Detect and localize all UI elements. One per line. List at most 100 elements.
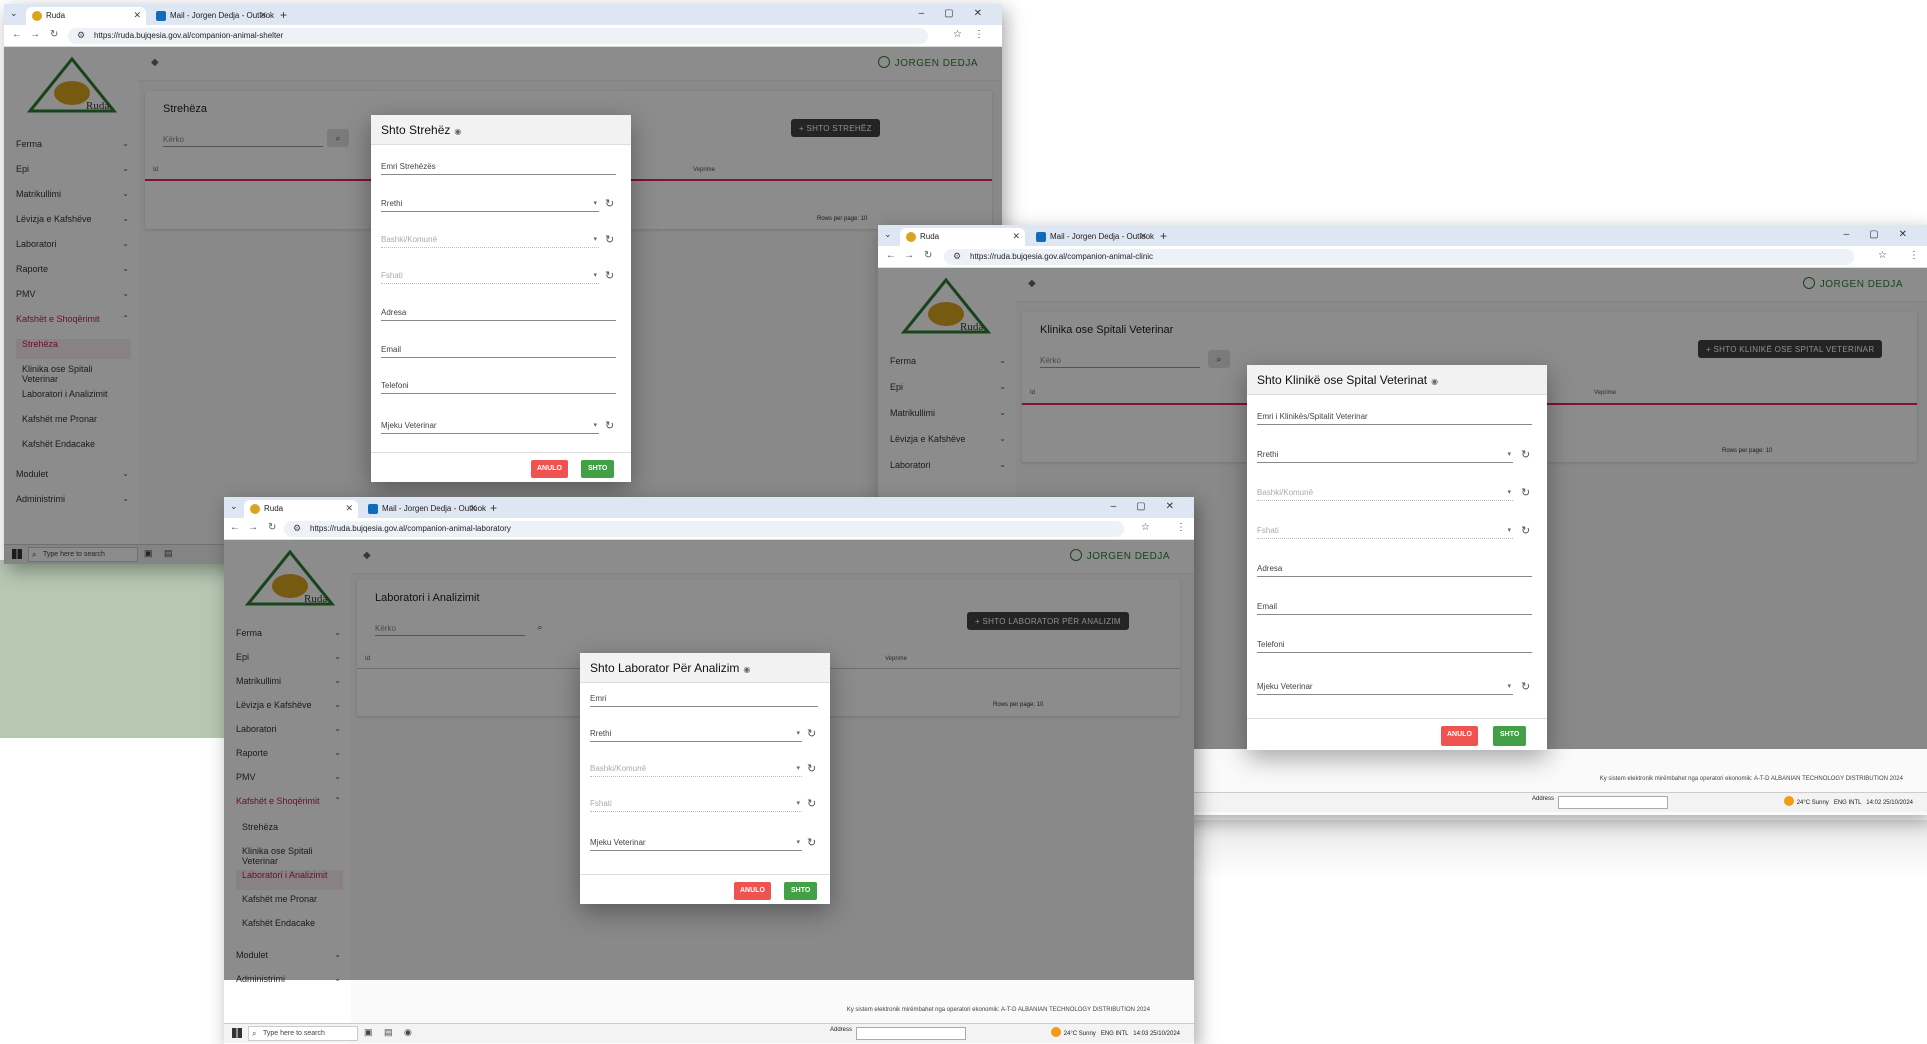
tab-search-icon[interactable]: ⌄ (10, 8, 18, 19)
task-view-icon[interactable]: ▣ (364, 1027, 373, 1038)
veterinarian-select[interactable]: Mjeku Veterinar ▾ (590, 833, 802, 851)
email-field[interactable]: Email (1257, 597, 1532, 615)
rrethi-select[interactable]: Rrethi ▾ (1257, 445, 1513, 463)
forward-icon[interactable]: → (904, 250, 914, 261)
close-tab-icon[interactable]: ✕ (1012, 231, 1020, 242)
refresh-icon[interactable]: ↻ (605, 197, 614, 210)
refresh-icon[interactable]: ↻ (807, 762, 816, 775)
shelter-name-field[interactable]: Emri Strehëzës (381, 157, 616, 175)
cancel-button[interactable]: ANULO (1441, 726, 1478, 746)
address-toolbar-input[interactable] (1558, 796, 1668, 809)
new-tab-icon[interactable]: + (1160, 229, 1167, 243)
reload-icon[interactable]: ↻ (50, 29, 58, 40)
refresh-icon[interactable]: ↻ (605, 269, 614, 282)
tab-ruda[interactable]: Ruda ✕ (244, 500, 358, 518)
new-tab-icon[interactable]: + (280, 8, 287, 22)
forward-icon[interactable]: → (30, 29, 40, 40)
back-icon[interactable]: ← (886, 250, 896, 261)
refresh-icon[interactable]: ↻ (605, 233, 614, 246)
veterinarian-select[interactable]: Mjeku Veterinar ▾ (381, 416, 599, 434)
address-field[interactable]: Adresa (381, 303, 616, 321)
veterinarian-select[interactable]: Mjeku Veterinar ▾ (1257, 677, 1513, 695)
window-controls[interactable]: –▢✕ (1844, 229, 1927, 240)
dialog-title-text: Shto Strehëz (381, 123, 451, 137)
back-icon[interactable]: ← (12, 29, 22, 40)
save-button[interactable]: SHTO (1493, 726, 1527, 746)
refresh-icon[interactable]: ↻ (807, 836, 816, 849)
rrethi-select[interactable]: Rrethi ▾ (381, 194, 599, 212)
site-info-icon[interactable]: ⚙ (953, 251, 961, 262)
reload-icon[interactable]: ↻ (924, 250, 932, 261)
refresh-icon[interactable]: ↻ (1521, 524, 1530, 537)
forward-icon[interactable]: → (248, 522, 258, 533)
laboratory-name-field[interactable]: Emri (590, 689, 818, 707)
email-field[interactable]: Email (381, 340, 616, 358)
url-field[interactable]: ⚙ https://ruda.bujqesia.gov.al/companion… (284, 521, 1124, 537)
chrome-icon[interactable]: ◉ (404, 1027, 412, 1038)
window-controls[interactable]: –▢✕ (919, 8, 1002, 19)
tab-bar: ⌄ Ruda ✕ Mail - Jorgen Dedja - Outlook ✕… (4, 4, 1002, 25)
address-toolbar-input[interactable] (856, 1027, 966, 1040)
bookmark-star-icon[interactable]: ☆ (1141, 522, 1150, 533)
fshati-select[interactable]: Fshati ▾ (1257, 521, 1513, 539)
taskbar-search[interactable]: ⌕ Type here to search (248, 1026, 358, 1041)
rrethi-select[interactable]: Rrethi ▾ (590, 724, 802, 742)
tab-bar: ⌄ Ruda ✕ Mail - Jorgen Dedja - Outlook ✕… (224, 497, 1194, 518)
dropdown-arrow-icon: ▾ (796, 839, 800, 846)
save-button[interactable]: SHTO (581, 460, 615, 478)
bookmark-star-icon[interactable]: ☆ (1878, 250, 1887, 261)
menu-icon[interactable]: ⋮ (1176, 522, 1186, 533)
refresh-icon[interactable]: ↻ (605, 419, 614, 432)
close-tab-icon[interactable]: ✕ (345, 503, 353, 514)
cancel-button[interactable]: ANULO (531, 460, 568, 478)
cancel-button[interactable]: ANULO (734, 882, 771, 900)
clinic-name-field[interactable]: Emri i Klinikës/Spitalit Veterinar (1257, 407, 1532, 425)
tab-label: Mail - Jorgen Dedja - Outlook (1050, 232, 1155, 241)
tab-search-icon[interactable]: ⌄ (230, 501, 238, 512)
tab-ruda[interactable]: Ruda ✕ (26, 7, 146, 25)
close-tab-icon[interactable]: ✕ (133, 10, 141, 21)
new-tab-icon[interactable]: + (490, 501, 497, 515)
dropdown-arrow-icon: ▾ (593, 200, 597, 207)
windows-start-icon[interactable] (232, 1028, 242, 1038)
menu-icon[interactable]: ⋮ (974, 29, 984, 40)
bashki-select[interactable]: Bashki/Komunë ▾ (1257, 483, 1513, 501)
tab-outlook[interactable]: Mail - Jorgen Dedja - Outlook ✕ (1030, 228, 1155, 246)
refresh-icon[interactable]: ↻ (1521, 486, 1530, 499)
back-icon[interactable]: ← (230, 522, 240, 533)
refresh-icon[interactable]: ↻ (807, 727, 816, 740)
tab-outlook[interactable]: Mail - Jorgen Dedja - Outlook ✕ (150, 7, 274, 25)
reload-icon[interactable]: ↻ (268, 522, 276, 533)
language-indicator[interactable]: ENG INTL (1101, 1031, 1128, 1037)
refresh-icon[interactable]: ↻ (807, 797, 816, 810)
dropdown-arrow-icon: ▾ (1507, 489, 1511, 496)
close-tab-icon[interactable]: ✕ (259, 10, 267, 21)
tab-search-icon[interactable]: ⌄ (884, 229, 892, 240)
address-field[interactable]: Adresa (1257, 559, 1532, 577)
fshati-select[interactable]: Fshati ▾ (590, 794, 802, 812)
window-controls[interactable]: –▢✕ (1111, 501, 1194, 512)
site-info-icon[interactable]: ⚙ (77, 30, 85, 41)
close-tab-icon[interactable]: ✕ (1139, 231, 1147, 242)
phone-field[interactable]: Telefoni (381, 376, 616, 394)
url-field[interactable]: ⚙ https://ruda.bujqesia.gov.al/companion… (944, 249, 1854, 265)
site-info-icon[interactable]: ⚙ (293, 523, 301, 534)
file-explorer-icon[interactable]: ▤ (384, 1027, 393, 1038)
language-indicator[interactable]: ENG INTL (1834, 800, 1861, 806)
refresh-icon[interactable]: ↻ (1521, 680, 1530, 693)
fshati-select[interactable]: Fshati ▾ (381, 266, 599, 284)
add-laboratory-dialog: Shto Laborator Për Analizim ◉ Emri Rrethi… (580, 653, 830, 904)
refresh-icon[interactable]: ↻ (1521, 448, 1530, 461)
url-field[interactable]: ⚙ https://ruda.bujqesia.gov.al/companion… (68, 28, 928, 44)
tab-outlook[interactable]: Mail - Jorgen Dedja - Outlook ✕ (362, 500, 486, 518)
bashki-select[interactable]: Bashki/Komunë ▾ (590, 759, 802, 777)
bookmark-star-icon[interactable]: ☆ (953, 29, 962, 40)
phone-field[interactable]: Telefoni (1257, 635, 1532, 653)
search-icon: ⌕ (252, 1029, 257, 1038)
save-button[interactable]: SHTO (784, 882, 818, 900)
bashki-select[interactable]: Bashki/Komunë ▾ (381, 230, 599, 248)
clock-date: 25/10/2024 (1149, 1031, 1180, 1037)
close-tab-icon[interactable]: ✕ (469, 503, 477, 514)
tab-ruda[interactable]: Ruda ✕ (900, 228, 1025, 246)
menu-icon[interactable]: ⋮ (1909, 250, 1919, 261)
